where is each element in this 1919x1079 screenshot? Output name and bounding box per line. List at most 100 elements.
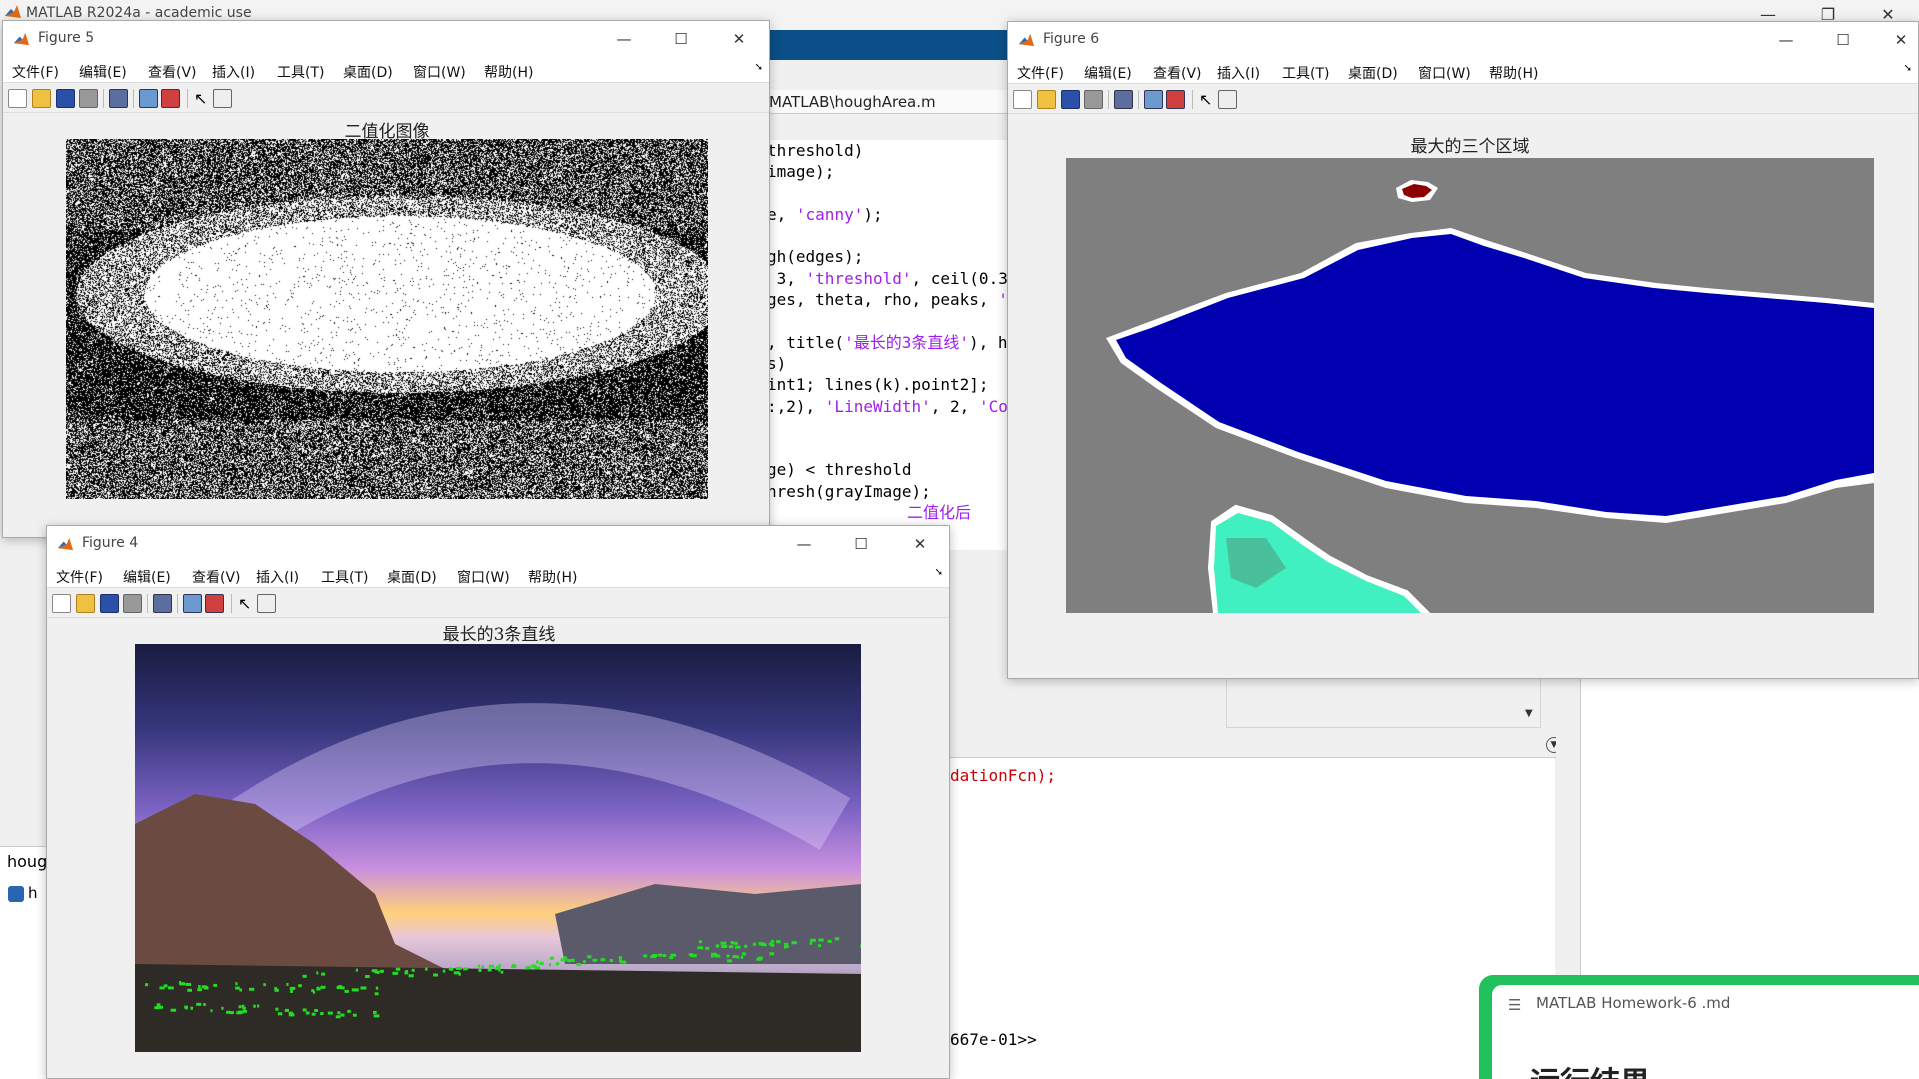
- menu-item[interactable]: 查看(V): [192, 567, 241, 587]
- open-file-icon[interactable]: [32, 89, 51, 108]
- menu-item[interactable]: 编辑(E): [1084, 63, 1132, 83]
- new-figure-icon[interactable]: [52, 594, 71, 613]
- minimize-button[interactable]: —: [1771, 27, 1801, 53]
- hough-line-segment: [583, 960, 586, 964]
- code-line[interactable]: [767, 310, 1009, 331]
- menu-overflow-icon[interactable]: ➘: [755, 62, 763, 73]
- menu-overflow-icon[interactable]: ➘: [1904, 63, 1912, 74]
- figure-6-window[interactable]: Figure 6 — ☐ ✕ ➘ 文件(F) 编辑(E) 查看(V) 插入(I) 工具(T…: [1007, 21, 1919, 679]
- code-line[interactable]: e, 'canny');: [767, 204, 1009, 225]
- figure-4-window[interactable]: Figure 4 — ☐ ✕ ➘ 文件(F) 编辑(E) 查看(V) 插入(I) 工具(T…: [46, 525, 950, 1079]
- hough-line-segment: [818, 944, 821, 948]
- save-icon[interactable]: [56, 89, 75, 108]
- new-figure-icon[interactable]: [8, 89, 27, 108]
- menu-item[interactable]: 查看(V): [1153, 63, 1202, 83]
- code-line[interactable]: int1; lines(k).point2];: [767, 374, 1009, 395]
- code-line[interactable]: , title('最长的3条直线'), h: [767, 332, 1009, 353]
- menu-item[interactable]: 工具(T): [1282, 63, 1329, 83]
- maximize-button[interactable]: ☐: [1828, 27, 1858, 53]
- file-item[interactable]: h: [8, 884, 38, 902]
- hough-line-segment: [726, 954, 730, 958]
- colorbar-icon[interactable]: [139, 89, 158, 108]
- close-button[interactable]: ✕: [1886, 27, 1916, 53]
- hough-line-segment: [756, 957, 762, 961]
- menu-item[interactable]: 插入(I): [212, 62, 255, 82]
- colorbar-icon[interactable]: [1144, 90, 1163, 109]
- code-line[interactable]: [767, 183, 1009, 204]
- code-line[interactable]: [767, 438, 1009, 459]
- link-plot-icon[interactable]: [153, 594, 172, 613]
- menu-item[interactable]: 编辑(E): [123, 567, 171, 587]
- menu-item[interactable]: 工具(T): [277, 62, 324, 82]
- menu-item[interactable]: 查看(V): [148, 62, 197, 82]
- legend-icon[interactable]: [205, 594, 224, 613]
- code-line[interactable]: ge) < threshold: [767, 459, 1009, 480]
- code-line[interactable]: threshold): [767, 140, 1009, 161]
- code-line[interactable]: 3, 'threshold', ceil(0.3*: [767, 268, 1009, 289]
- menu-item[interactable]: 帮助(H): [528, 567, 577, 587]
- menu-item[interactable]: 窗口(W): [1418, 63, 1471, 83]
- command-prompt-line[interactable]: 667e-01>>: [950, 1030, 1037, 1049]
- menu-item[interactable]: 桌面(D): [1348, 63, 1398, 83]
- code-line[interactable]: image);: [767, 161, 1009, 182]
- property-inspector-icon[interactable]: [213, 89, 232, 108]
- menu-item[interactable]: 编辑(E): [79, 62, 127, 82]
- pointer-icon[interactable]: ↖: [237, 594, 256, 613]
- print-icon[interactable]: [79, 89, 98, 108]
- figure-5-window[interactable]: Figure 5 — ☐ ✕ ➘ 文件(F) 编辑(E) 查看(V) 插入(I) 工具(T…: [2, 20, 770, 538]
- new-figure-icon[interactable]: [1013, 90, 1032, 109]
- menu-item[interactable]: 窗口(W): [457, 567, 510, 587]
- property-inspector-icon[interactable]: [1218, 90, 1237, 109]
- legend-icon[interactable]: [161, 89, 180, 108]
- figure-5-titlebar[interactable]: Figure 5 — ☐ ✕: [3, 21, 769, 57]
- pointer-icon[interactable]: ↖: [193, 89, 212, 108]
- colorbar-icon[interactable]: [183, 594, 202, 613]
- menu-item[interactable]: 桌面(D): [387, 567, 437, 587]
- link-plot-icon[interactable]: [109, 89, 128, 108]
- code-line[interactable]: [767, 225, 1009, 246]
- open-file-icon[interactable]: [76, 594, 95, 613]
- editor-file-path[interactable]: MATLAB\houghArea.m: [767, 90, 1007, 114]
- print-icon[interactable]: [1084, 90, 1103, 109]
- menu-item[interactable]: 插入(I): [1217, 63, 1260, 83]
- close-button[interactable]: ✕: [905, 531, 935, 557]
- legend-icon[interactable]: [1166, 90, 1185, 109]
- code-line[interactable]: ges, theta, rho, peaks, 'F: [767, 289, 1009, 310]
- code-line[interactable]: s): [767, 353, 1009, 374]
- minimize-button[interactable]: —: [609, 26, 639, 52]
- code-line[interactable]: hresh(grayImage);: [767, 481, 1009, 502]
- pointer-icon[interactable]: ↖: [1198, 90, 1217, 109]
- menu-item[interactable]: 文件(F): [12, 62, 59, 82]
- code-line[interactable]: 二值化后: [767, 502, 1009, 523]
- figure-4-titlebar[interactable]: Figure 4 — ☐ ✕: [47, 526, 949, 562]
- maximize-button[interactable]: ☐: [846, 531, 876, 557]
- menu-item[interactable]: 文件(F): [1017, 63, 1064, 83]
- code-line[interactable]: [767, 417, 1009, 438]
- menu-item[interactable]: 帮助(H): [1489, 63, 1538, 83]
- hough-line-segment: [312, 990, 316, 994]
- menu-item[interactable]: 帮助(H): [484, 62, 533, 82]
- menu-item[interactable]: 文件(F): [56, 567, 103, 587]
- property-inspector-icon[interactable]: [257, 594, 276, 613]
- menu-item[interactable]: 插入(I): [256, 567, 299, 587]
- menu-item[interactable]: 桌面(D): [343, 62, 393, 82]
- menu-item[interactable]: 窗口(W): [413, 62, 466, 82]
- save-icon[interactable]: [1061, 90, 1080, 109]
- figure-6-titlebar[interactable]: Figure 6 — ☐ ✕: [1008, 22, 1918, 58]
- code-editor[interactable]: threshold) image); e, 'canny'); gh(edges)…: [767, 140, 1009, 550]
- open-file-icon[interactable]: [1037, 90, 1056, 109]
- link-plot-icon[interactable]: [1114, 90, 1133, 109]
- scroll-down-icon[interactable]: ▼: [1525, 708, 1533, 719]
- menu-overflow-icon[interactable]: ➘: [935, 567, 943, 578]
- maximize-button[interactable]: ☐: [666, 26, 696, 52]
- hough-line-segment: [477, 964, 480, 968]
- menu-icon[interactable]: ☰: [1508, 996, 1521, 1014]
- command-window[interactable]: [950, 734, 1555, 1079]
- save-icon[interactable]: [100, 594, 119, 613]
- print-icon[interactable]: [123, 594, 142, 613]
- code-line[interactable]: :,2), 'LineWidth', 2, 'Col: [767, 396, 1009, 417]
- menu-item[interactable]: 工具(T): [321, 567, 368, 587]
- code-line[interactable]: gh(edges);: [767, 246, 1009, 267]
- minimize-button[interactable]: —: [789, 531, 819, 557]
- close-button[interactable]: ✕: [724, 26, 754, 52]
